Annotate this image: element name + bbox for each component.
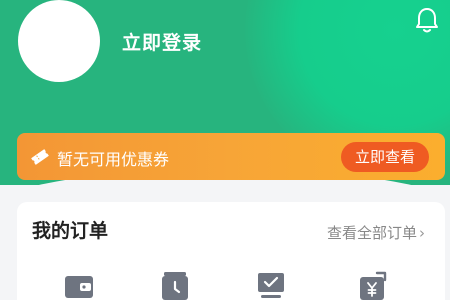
coupon-banner[interactable]: 暂无可用优惠券 立即查看 — [17, 133, 445, 180]
wallet-icon[interactable] — [63, 270, 95, 300]
login-link[interactable]: 立即登录 — [122, 28, 202, 55]
view-all-orders-label: 查看全部订单 — [327, 224, 418, 242]
my-orders-card: 我的订单 查看全部订单 › — [17, 202, 445, 300]
view-all-orders-link[interactable]: 查看全部订单 › — [327, 222, 425, 243]
avatar[interactable] — [18, 0, 100, 82]
clock-icon[interactable] — [159, 270, 191, 300]
chevron-right-icon: › — [419, 224, 426, 242]
profile-page: 立即登录 暂无可用优惠券 立即查看 我的订单 查看全部订单 › — [0, 0, 450, 300]
orders-title: 我的订单 — [32, 220, 109, 242]
bell-icon[interactable] — [414, 6, 440, 34]
monitor-check-icon[interactable] — [255, 270, 287, 300]
refund-yen-icon[interactable] — [357, 270, 389, 300]
coupon-status-text: 暂无可用优惠券 — [57, 150, 170, 169]
ticket-icon — [30, 147, 50, 167]
view-coupons-button[interactable]: 立即查看 — [341, 142, 429, 172]
